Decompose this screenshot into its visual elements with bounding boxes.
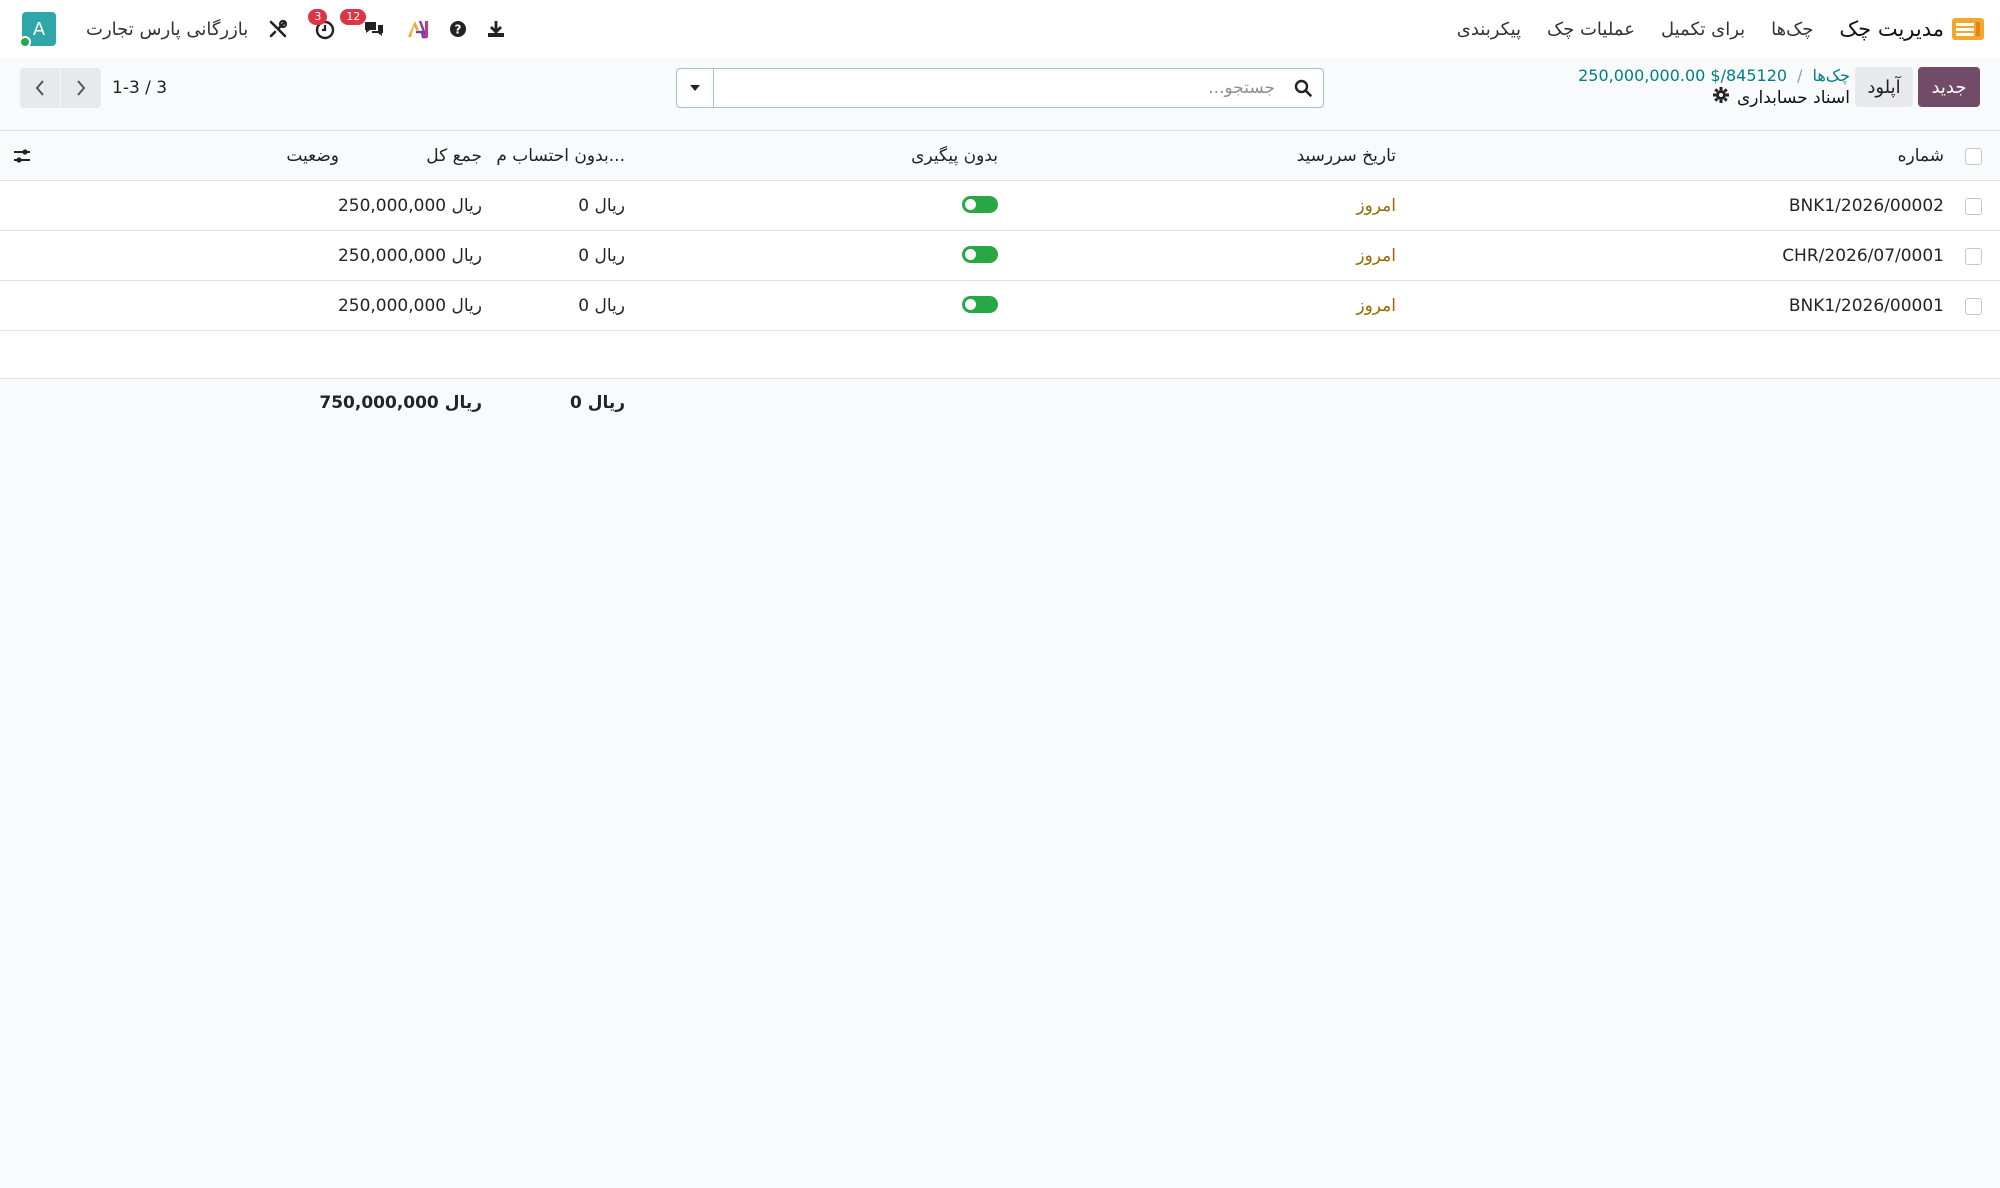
no-followup-toggle[interactable] (962, 296, 998, 313)
app-icon[interactable] (1952, 18, 1984, 40)
activity-icon[interactable]: 3 (308, 9, 338, 43)
avatar-letter: A (32, 18, 46, 40)
download-icon[interactable] (482, 15, 510, 43)
row-checkbox[interactable] (1965, 298, 1982, 315)
cell-total: 250,000,000 ریال (337, 195, 482, 216)
table-footer: 0 ریال 750,000,000 ریال (0, 379, 2000, 427)
chevron-left-icon (35, 80, 44, 96)
gear-icon[interactable] (1713, 87, 1729, 108)
cell-due-date: امروز (1356, 245, 1396, 266)
cell-due-date: امروز (1356, 195, 1396, 216)
pager-previous-button[interactable] (20, 68, 60, 108)
online-status-dot (19, 36, 31, 48)
messaging-icon[interactable]: 12 (340, 9, 388, 43)
app-title[interactable]: مدیریت چک (1839, 17, 1944, 41)
footer-total-sum: 750,000,000 ریال (319, 393, 482, 413)
row-checkbox[interactable] (1965, 198, 1982, 215)
optional-columns-icon[interactable] (12, 131, 32, 180)
cell-no-calc: 0 ریال (578, 295, 625, 316)
column-header-total[interactable]: جمع کل (426, 131, 482, 180)
main-menu: مدیریت چک چک‌ها برای تکمیل عملیات چک پیک… (1431, 0, 1984, 58)
upload-button[interactable]: آپلود (1855, 67, 1913, 107)
pager-value[interactable]: 1-3 / 3 (112, 78, 167, 98)
help-icon[interactable]: ? (444, 15, 472, 43)
cell-no-calc: 0 ریال (578, 245, 625, 266)
cell-due-date: امروز (1356, 295, 1396, 316)
cell-total: 250,000,000 ریال (337, 295, 482, 316)
row-checkbox[interactable] (1965, 248, 1982, 265)
page-title-row: اسناد حسابداری (1578, 87, 1850, 108)
menu-item-to-complete[interactable]: برای تکمیل (1661, 19, 1745, 40)
search-input[interactable] (714, 70, 1283, 106)
svg-text:?: ? (455, 23, 462, 37)
menu-item-configuration[interactable]: پیکربندی (1457, 19, 1521, 40)
caret-down-icon (690, 85, 700, 91)
table-row[interactable]: BNK1/2026/00002 امروز 0 ریال 250,000,000… (0, 181, 2000, 231)
messaging-badge: 12 (340, 9, 367, 25)
column-header-status[interactable]: وضعیت (286, 131, 339, 180)
menu-item-check-operations[interactable]: عملیات چک (1547, 19, 1635, 40)
breadcrumb-separator: / (1797, 66, 1803, 85)
search-icon[interactable] (1283, 79, 1323, 97)
no-followup-toggle[interactable] (962, 196, 998, 213)
page-title: اسناد حسابداری (1737, 87, 1850, 108)
cell-total: 250,000,000 ریال (337, 245, 482, 266)
select-all-checkbox[interactable] (1965, 148, 1982, 165)
table-row[interactable]: BNK1/2026/00001 امروز 0 ریال 250,000,000… (0, 281, 2000, 331)
footer-no-calc-sum: 0 ریال (569, 393, 625, 413)
cell-number: BNK1/2026/00002 (1788, 195, 1944, 216)
breadcrumb-current[interactable]: 250,000,000.00 $/845120 (1578, 66, 1787, 85)
company-switcher[interactable]: بازرگانی پارس تجارت (86, 19, 248, 40)
new-button[interactable]: جدید (1918, 67, 1980, 107)
activity-badge: 3 (308, 9, 328, 25)
table-row[interactable]: CHR/2026/07/0001 امروز 0 ریال 250,000,00… (0, 231, 2000, 281)
breadcrumb-path: چک‌ها / 250,000,000.00 $/845120 (1578, 66, 1850, 85)
cell-no-calc: 0 ریال (578, 195, 625, 216)
pager-next-button[interactable] (61, 68, 101, 108)
cell-number: CHR/2026/07/0001 (1782, 245, 1944, 266)
column-header-number[interactable]: شماره (1898, 131, 1944, 180)
column-header-due-date[interactable]: تاریخ سررسید (1297, 131, 1396, 180)
no-followup-toggle[interactable] (962, 246, 998, 263)
ai-assistant-icon[interactable] (404, 15, 432, 43)
search-bar (676, 68, 1324, 108)
menu-item-checks[interactable]: چک‌ها (1771, 19, 1813, 40)
user-avatar[interactable]: A (19, 12, 56, 48)
debug-tools-icon[interactable] (264, 15, 292, 43)
column-header-no-followup[interactable]: بدون پیگیری (911, 131, 998, 180)
cell-number: BNK1/2026/00001 (1788, 295, 1944, 316)
list-view: شماره تاریخ سررسید بدون پیگیری بدون احتس… (0, 130, 2000, 427)
chevron-right-icon (77, 80, 86, 96)
breadcrumb-parent-link[interactable]: چک‌ها (1812, 66, 1850, 85)
search-options-toggle[interactable] (677, 69, 714, 107)
column-header-no-calc[interactable]: بدون احتساب م... (496, 131, 625, 180)
breadcrumb: چک‌ها / 250,000,000.00 $/845120 اسناد حس… (1578, 66, 1850, 108)
systray: A بازرگانی پارس تجارت 3 12 ? (19, 0, 510, 58)
table-header: شماره تاریخ سررسید بدون پیگیری بدون احتس… (0, 130, 2000, 181)
empty-row (0, 331, 2000, 379)
top-navbar: مدیریت چک چک‌ها برای تکمیل عملیات چک پیک… (0, 0, 2000, 58)
